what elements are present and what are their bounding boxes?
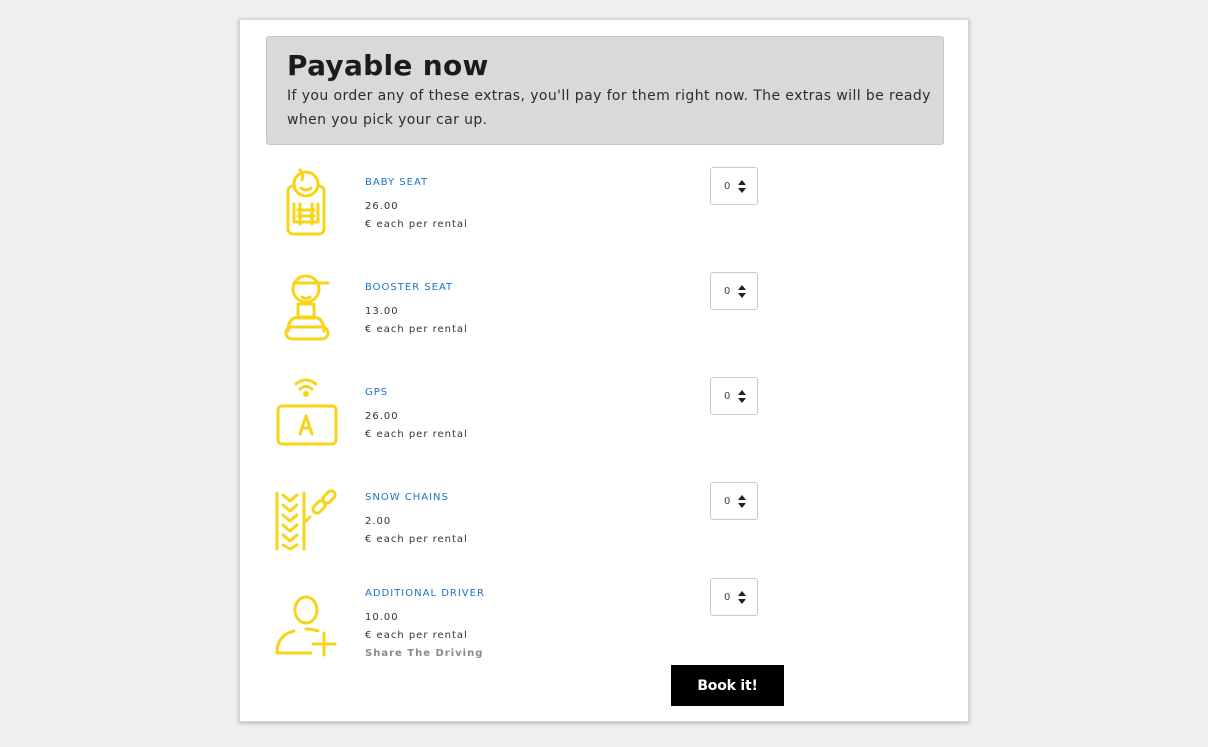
extra-price: 26.00 bbox=[365, 201, 399, 212]
extra-price-unit: € each per rental bbox=[365, 219, 468, 230]
extra-item-baby-seat: BABY SEAT 26.00 € each per rental 0 bbox=[266, 167, 944, 258]
stepper-arrows-icon[interactable] bbox=[738, 180, 746, 193]
extra-item-booster-seat: BOOSTER SEAT 13.00 € each per rental 0 bbox=[266, 272, 944, 363]
page-title: Payable now bbox=[287, 49, 489, 82]
book-button[interactable]: Book it! bbox=[671, 665, 784, 706]
extra-name[interactable]: BABY SEAT bbox=[365, 177, 428, 188]
extra-item-gps: GPS 26.00 € each per rental 0 bbox=[266, 377, 944, 468]
extras-card: Payable now If you order any of these ex… bbox=[239, 19, 969, 722]
quantity-stepper[interactable]: 0 bbox=[710, 377, 758, 415]
quantity-value: 0 bbox=[724, 496, 731, 507]
booster-seat-icon bbox=[274, 273, 342, 343]
extra-price-unit: € each per rental bbox=[365, 630, 468, 641]
header-description: If you order any of these extras, you'll… bbox=[287, 88, 931, 128]
stepper-arrows-icon[interactable] bbox=[738, 285, 746, 298]
additional-driver-icon bbox=[274, 593, 342, 663]
quantity-stepper[interactable]: 0 bbox=[710, 482, 758, 520]
extra-item-additional-driver: ADDITIONAL DRIVER 10.00 € each per renta… bbox=[266, 578, 944, 669]
extra-item-snow-chains: SNOW CHAINS 2.00 € each per rental 0 bbox=[266, 482, 944, 573]
snow-chains-icon bbox=[274, 483, 342, 553]
extra-price-unit: € each per rental bbox=[365, 429, 468, 440]
quantity-stepper[interactable]: 0 bbox=[710, 167, 758, 205]
payable-now-header: Payable now If you order any of these ex… bbox=[266, 36, 944, 145]
extra-name[interactable]: ADDITIONAL DRIVER bbox=[365, 588, 485, 599]
extra-name[interactable]: BOOSTER SEAT bbox=[365, 282, 453, 293]
quantity-value: 0 bbox=[724, 391, 731, 402]
quantity-stepper[interactable]: 0 bbox=[710, 272, 758, 310]
quantity-value: 0 bbox=[724, 286, 731, 297]
extra-price: 13.00 bbox=[365, 306, 399, 317]
baby-seat-icon bbox=[274, 168, 342, 238]
quantity-stepper[interactable]: 0 bbox=[710, 578, 758, 616]
extra-price: 2.00 bbox=[365, 516, 392, 527]
gps-icon bbox=[274, 378, 342, 448]
extra-name[interactable]: SNOW CHAINS bbox=[365, 492, 449, 503]
stepper-arrows-icon[interactable] bbox=[738, 495, 746, 508]
extra-price-unit: € each per rental bbox=[365, 534, 468, 545]
quantity-value: 0 bbox=[724, 592, 731, 603]
quantity-value: 0 bbox=[724, 181, 731, 192]
stepper-arrows-icon[interactable] bbox=[738, 591, 746, 604]
stepper-arrows-icon[interactable] bbox=[738, 390, 746, 403]
extra-name[interactable]: GPS bbox=[365, 387, 388, 398]
extra-price: 10.00 bbox=[365, 612, 399, 623]
extra-price: 26.00 bbox=[365, 411, 399, 422]
extra-price-unit: € each per rental bbox=[365, 324, 468, 335]
extra-subtitle: Share The Driving bbox=[365, 648, 484, 659]
